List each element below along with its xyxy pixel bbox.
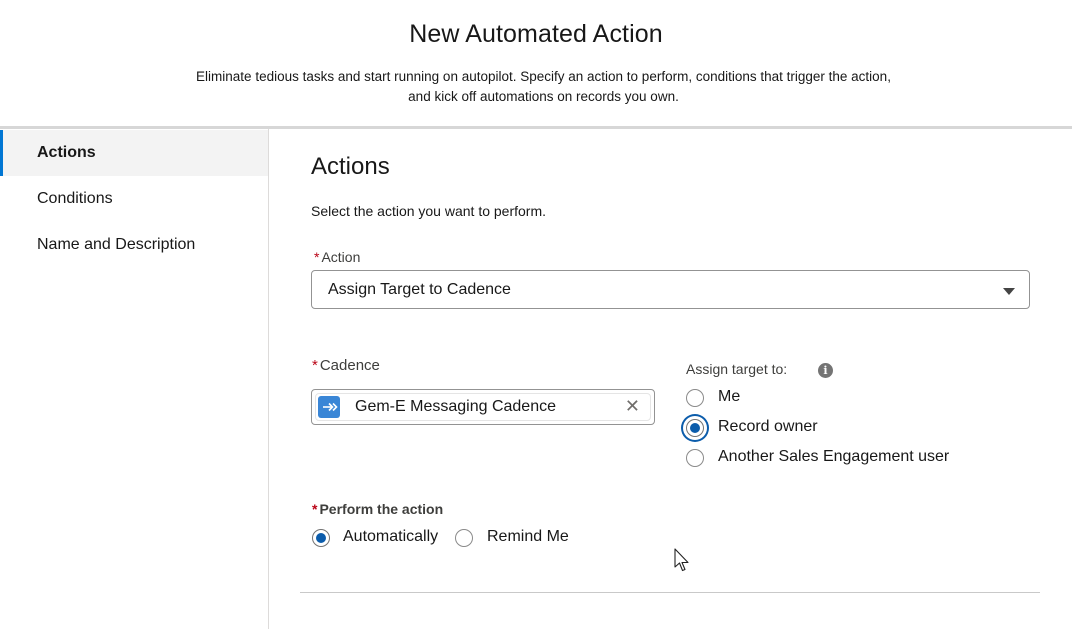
radio-button[interactable] — [686, 449, 704, 467]
radio-label: Another Sales Engagement user — [718, 448, 950, 465]
close-icon[interactable]: ✕ — [625, 395, 640, 417]
cadence-lookup-input[interactable]: Gem-E Messaging Cadence ✕ — [311, 389, 655, 425]
radio-label: Remind Me — [487, 528, 569, 545]
page-title: New Automated Action — [409, 20, 663, 48]
chevron-down-icon[interactable] — [1003, 288, 1015, 295]
section-divider — [300, 592, 1040, 593]
main-panel: Actions Select the action you want to pe… — [269, 129, 1072, 629]
sidebar-item-name-and-description[interactable]: Name and Description — [0, 222, 268, 268]
cadence-arrow-icon — [318, 396, 340, 418]
perform-action-label-text: Perform the action — [319, 501, 444, 517]
modal-header: New Automated Action Eliminate tedious t… — [0, 0, 1072, 126]
action-combobox[interactable]: Assign Target to Cadence — [311, 270, 1030, 309]
required-mark: * — [314, 249, 320, 265]
sidebar-item-conditions[interactable]: Conditions — [0, 176, 268, 222]
radio-button[interactable] — [686, 419, 704, 437]
radio-label: Me — [718, 388, 741, 405]
sidebar-item-actions[interactable]: Actions — [0, 130, 268, 176]
required-mark: * — [312, 501, 318, 517]
section-title: Actions — [311, 153, 390, 180]
info-icon[interactable]: i — [818, 363, 833, 378]
action-combobox-value: Assign Target to Cadence — [328, 281, 511, 298]
cadence-pill[interactable]: Gem-E Messaging Cadence ✕ — [315, 393, 651, 421]
required-mark: * — [312, 357, 318, 374]
cadence-label: * Cadence — [312, 357, 380, 374]
cadence-pill-label: Gem-E Messaging Cadence — [355, 398, 556, 415]
radio-label: Record owner — [718, 418, 818, 435]
page-subtitle: Eliminate tedious tasks and start runnin… — [196, 69, 891, 104]
radio-button[interactable] — [455, 529, 473, 547]
step-sidebar: Actions Conditions Name and Description — [0, 129, 269, 629]
section-help-text: Select the action you want to perform. — [311, 203, 547, 219]
action-label: * Action — [314, 249, 360, 265]
cadence-label-text: Cadence — [319, 357, 380, 374]
action-label-text: Action — [321, 249, 361, 265]
perform-action-label: * Perform the action — [312, 501, 443, 517]
radio-button[interactable] — [312, 529, 330, 547]
mouse-cursor-icon — [674, 548, 690, 579]
radio-label: Automatically — [343, 528, 439, 545]
radio-button[interactable] — [686, 389, 704, 407]
assign-target-label: Assign target to: — [686, 361, 788, 377]
